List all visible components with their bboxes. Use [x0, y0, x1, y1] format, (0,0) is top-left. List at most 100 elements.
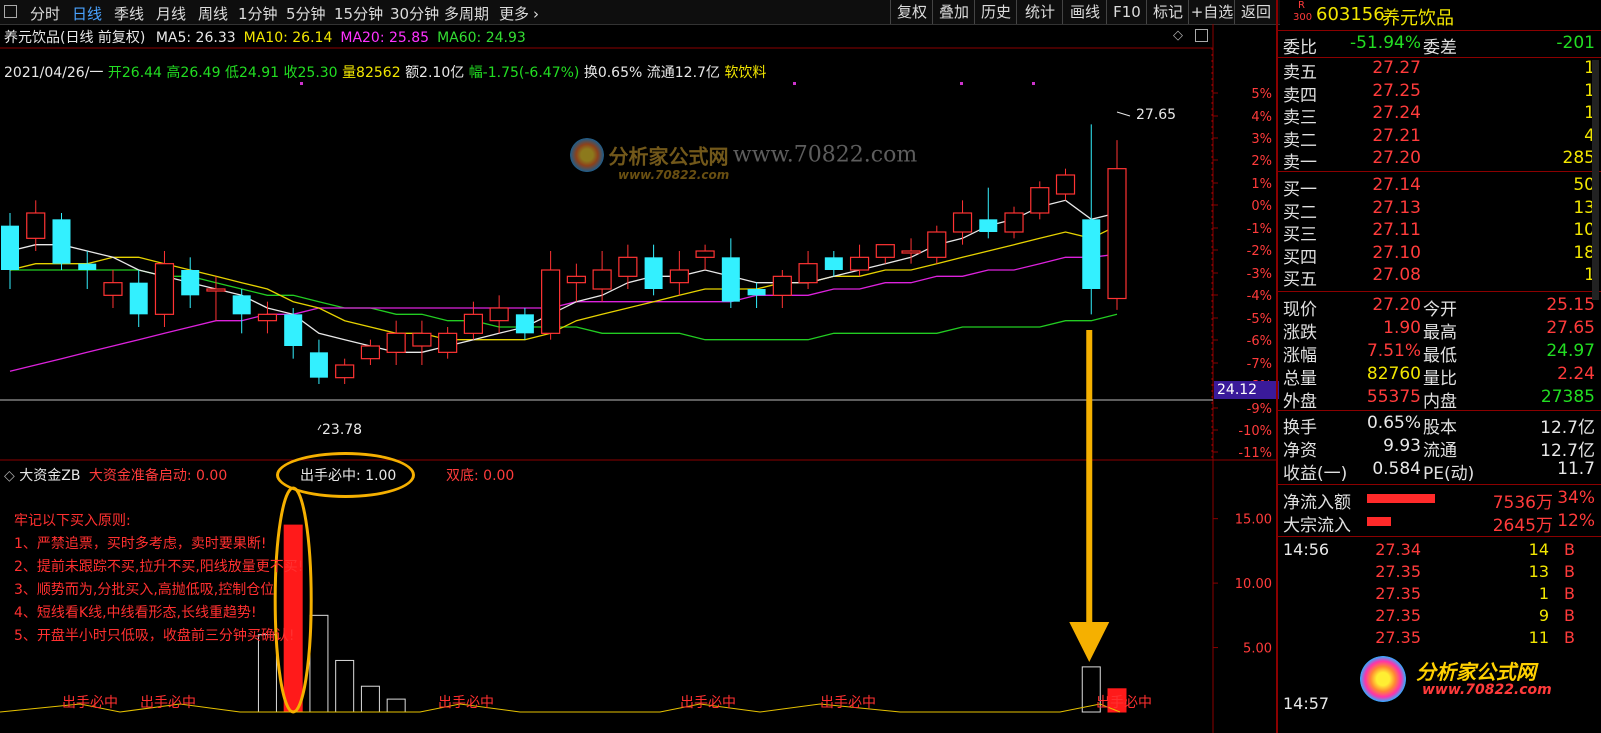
indicator-name[interactable]: 大资金ZB — [19, 468, 80, 484]
buys-row: 买三 27.11 10 — [1281, 220, 1601, 245]
tick-side: B — [1564, 628, 1575, 647]
flow-label: 大宗流入 — [1283, 516, 1351, 536]
flow-bar — [1367, 494, 1435, 503]
watermark-url: www.70822.com — [732, 142, 918, 168]
ma10-line — [9, 225, 1118, 341]
candle-body-down — [52, 219, 71, 264]
panel-divider — [1278, 171, 1601, 172]
tick-price: 27.34 — [1375, 540, 1421, 559]
price-axis-label: -1% — [1247, 222, 1272, 237]
indicator-bottom-label: 出手必中 — [62, 695, 118, 711]
candle-body-down — [515, 314, 534, 334]
indicator-signal-2: 出手必中: 1.00 — [300, 468, 397, 484]
candle-body-down — [824, 257, 843, 270]
fund-value: 9.93 — [1383, 436, 1421, 456]
tick-side: B — [1564, 540, 1575, 559]
brand-logo: 分析家公式网 www.70822.com — [1360, 652, 1600, 702]
quote-value-2: 27385 — [1540, 387, 1595, 407]
info-close: 收25.30 — [283, 65, 338, 81]
buys-price: 27.10 — [1372, 242, 1421, 263]
quote-label: 外盘 — [1283, 392, 1317, 412]
flow-pct: 12% — [1557, 511, 1595, 531]
ma-legend-3: MA60: 24.93 — [437, 30, 526, 46]
info-open: 开26.44 — [107, 65, 162, 81]
fund-label: 收益(一) — [1283, 464, 1348, 484]
sells-label: 卖二 — [1283, 130, 1317, 151]
info-amount: 额2.10亿 — [405, 65, 465, 81]
sells-price: 27.27 — [1372, 58, 1421, 78]
candle-body-up — [463, 313, 483, 334]
tick-time: 14:56 — [1283, 540, 1330, 559]
weidiff-label: 委差 — [1423, 38, 1457, 58]
panel-scrollbar[interactable] — [1592, 60, 1599, 300]
sells-label: 卖五 — [1283, 63, 1317, 83]
weidiff-value: -201 — [1556, 33, 1595, 53]
price-axis-label: -11% — [1238, 446, 1272, 461]
ohlc-info-line: 2021/04/26/一 开26.44 高26.49 低24.91 收25.30… — [4, 62, 766, 82]
title-legend: 养元饮品(日线 前复权) MA5: 26.33 MA10: 26.14 MA20: … — [4, 27, 534, 47]
candle-body-up — [438, 332, 458, 353]
price-axis-label: -5% — [1247, 312, 1272, 327]
candle-body-down — [747, 289, 766, 296]
sells-volume: 285 — [1562, 148, 1595, 168]
candle-body-down — [721, 257, 740, 302]
quote-value-2: 2.24 — [1557, 364, 1595, 384]
quote-value: 55375 — [1366, 387, 1421, 407]
info-high: 高26.49 — [166, 65, 221, 81]
candle-body-down — [232, 295, 251, 315]
buys-label: 买五 — [1283, 270, 1317, 290]
low-pointer — [317, 424, 322, 431]
price-axis-label: -10% — [1238, 424, 1272, 439]
indicator-bar — [309, 614, 329, 713]
stock-name: 养元饮品 — [1382, 8, 1454, 29]
quote-label-2: 最高 — [1423, 323, 1457, 343]
buys-row: 买二 27.13 13 — [1281, 197, 1601, 223]
price-axis-label: 2% — [1251, 154, 1272, 169]
diamond-icon[interactable]: ◇ — [1173, 28, 1183, 43]
last-tick-time: 14:57 — [1283, 694, 1330, 713]
flow-amount: 2645万 — [1492, 516, 1553, 536]
quote-value: 27.20 — [1372, 295, 1421, 315]
buys-price: 27.13 — [1372, 197, 1421, 218]
ma-legend-0: MA5: 26.33 — [155, 30, 236, 46]
tick-volume: 9 — [1538, 606, 1549, 625]
indicator-collapse-icon[interactable]: ◇ — [4, 468, 15, 484]
moving-average-lines — [9, 199, 1118, 372]
watermark: 分析家公式网 www.70822.com www.70822.com — [570, 138, 917, 182]
price-axis-label: 0% — [1251, 199, 1272, 214]
panel-separator — [1276, 0, 1278, 733]
quote-row: 总量 82760 量比 2.24 — [1281, 364, 1601, 389]
price-axis-label: 5% — [1251, 87, 1272, 102]
candlesticks — [1, 124, 1127, 384]
indicator-bar — [360, 685, 380, 713]
candle-body-up — [566, 275, 586, 284]
candle-body-up — [1055, 174, 1076, 195]
indicator-signal-1: 大资金准备启动: 0.00 — [88, 468, 228, 484]
sells-label: 卖三 — [1283, 108, 1317, 128]
candle-body-up — [1030, 187, 1050, 214]
rule-line: 4、短线看K线,中线看形态,长线重趋势! — [14, 605, 257, 621]
candle-body-up — [901, 250, 921, 254]
quote-value-2: 24.97 — [1546, 341, 1595, 361]
watermark-logo: 分析家公式网 — [608, 144, 729, 169]
brand-flower-icon — [1360, 656, 1406, 702]
chart-menu-icon[interactable] — [1195, 29, 1208, 42]
fund-label-2: PE(动) — [1423, 464, 1475, 484]
indicator-axis-label: 15.00 — [1235, 513, 1272, 528]
tick-volume: 14 — [1528, 540, 1549, 559]
candle-body-down — [1082, 219, 1101, 289]
fundamental-row: 换手 0.65% 股本 12.7亿 — [1281, 413, 1601, 438]
candle-body-up — [927, 231, 947, 258]
indicator-signal-3: 双底: 0.00 — [446, 468, 515, 484]
sells-price: 27.20 — [1372, 148, 1421, 168]
tick-volume: 1 — [1538, 584, 1549, 603]
fund-value-2: 12.7亿 — [1540, 418, 1595, 438]
tick-row: 14:56 27.34 14 B — [1281, 540, 1601, 562]
ma-legend-1: MA10: 26.14 — [243, 30, 333, 46]
badge-r: R — [1298, 0, 1305, 11]
fund-label: 换手 — [1283, 418, 1317, 438]
quote-label: 现价 — [1283, 300, 1317, 320]
tick-price: 27.35 — [1375, 628, 1421, 647]
flow-row: 净流入额 7536万 34% — [1281, 488, 1601, 513]
badge-300: 300 — [1293, 12, 1313, 23]
